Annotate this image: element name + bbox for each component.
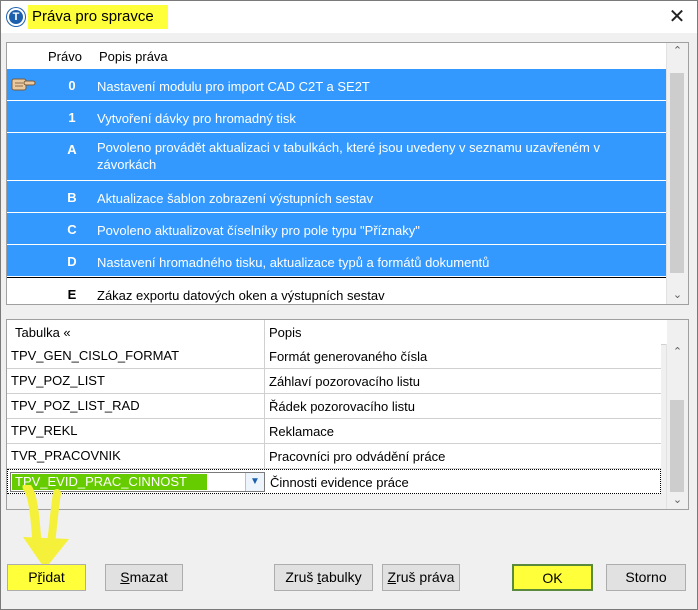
table-row[interactable]: TVR_PRACOVNIK Pracovníci pro odvádění pr… [7,444,661,469]
table-description: Pracovníci pro odvádění práce [269,449,446,464]
scroll-up-icon[interactable]: ⌃ [667,344,688,361]
table-name: TVR_PRACOVNIK [11,448,121,463]
rights-row-C[interactable]: C Povoleno aktualizovat číselníky pro po… [7,213,667,245]
rights-grid-rows: 0 Nastavení modulu pro import CAD C2T a … [7,69,667,304]
right-code: 1 [68,110,76,125]
cell-divider [264,394,265,418]
rights-row-B[interactable]: B Aktualizace šablon zobrazení výstupníc… [7,181,667,213]
rights-row-E[interactable]: E Zákaz exportu datových oken a výstupní… [7,277,667,304]
table-row[interactable]: TPV_POZ_LIST Záhlaví pozorovacího listu [7,369,661,394]
right-description: Aktualizace šablon zobrazení výstupních … [97,191,374,206]
table-row[interactable]: TPV_GEN_CISLO_FORMAT Formát generovaného… [7,344,661,369]
column-header-description[interactable]: Popis [269,325,302,340]
right-code: A [67,142,77,157]
table-name: TPV_POZ_LIST [11,373,105,388]
ok-button[interactable]: OK [512,564,593,591]
tables-grid-rows: TPV_GEN_CISLO_FORMAT Formát generovaného… [7,344,661,494]
scroll-down-icon[interactable]: ⌄ [667,287,688,304]
annotation-arrow-icon [22,485,69,569]
scroll-up-icon[interactable]: ⌃ [667,43,688,60]
column-header-description[interactable]: Popis práva [99,49,168,64]
right-description: Vytvoření dávky pro hromadný tisk [97,111,296,126]
right-description: Zákaz exportu datových oken a výstupních… [97,288,385,303]
dialog-window: T Práva pro spravce ✕ Právo Popis práva … [0,0,698,610]
storno-button[interactable]: Storno [606,564,686,591]
column-header-table[interactable]: Tabulka « [15,325,71,340]
table-name: TPV_REKL [11,423,78,438]
rights-row-A[interactable]: A Povoleno provádět aktualizaci v tabulk… [7,133,667,181]
right-code: B [67,190,77,205]
table-description: Řádek pozorovacího listu [269,399,415,414]
column-divider[interactable] [264,320,265,344]
row-pointer-hand-icon [11,78,36,91]
chevron-down-icon[interactable]: ▼ [245,473,264,491]
add-button[interactable]: Přidat [7,564,86,591]
tables-grid-header: Tabulka « Popis [7,320,667,345]
tables-grid[interactable]: Tabulka « Popis TPV_GEN_CISLO_FORMAT For… [6,319,689,510]
rights-grid-scrollbar[interactable]: ⌃ ⌄ [666,43,688,304]
rights-row-0[interactable]: 0 Nastavení modulu pro import CAD C2T a … [7,69,667,101]
delete-button[interactable]: Smazat [105,564,183,591]
window-title: Práva pro spravce [32,8,154,25]
right-description: Povoleno aktualizovat číselníky pro pole… [97,223,420,238]
app-logo-icon: T [7,8,25,26]
close-icon[interactable]: ✕ [665,5,689,29]
right-code: D [67,254,77,269]
table-description: Záhlaví pozorovacího listu [269,374,421,389]
title-bar: T Práva pro spravce ✕ [1,1,697,33]
table-row[interactable]: TPV_REKL Reklamace [7,419,661,444]
table-row[interactable]: TPV_POZ_LIST_RAD Řádek pozorovacího list… [7,394,661,419]
scroll-down-icon[interactable]: ⌄ [667,492,688,509]
cell-divider [264,369,265,393]
right-code: C [67,222,77,237]
cell-divider [264,344,265,368]
table-description: Reklamace [269,424,335,439]
table-description: Činnosti evidence práce [270,475,409,490]
right-code: 0 [68,78,76,93]
rights-grid[interactable]: Právo Popis práva 0 Nastavení modulu pro… [6,42,689,305]
right-code: E [67,287,77,302]
table-row-editing[interactable]: TPV_EVID_PRAC_CINNOST ▼ Činnosti evidenc… [7,469,661,494]
scroll-thumb[interactable] [670,400,684,492]
scroll-thumb[interactable] [670,73,684,273]
right-description: Nastavení hromadného tisku, aktualizace … [97,255,490,270]
rights-row-1[interactable]: 1 Vytvoření dávky pro hromadný tisk [7,101,667,133]
table-description: Formát generovaného čísla [269,349,428,364]
table-name: TPV_POZ_LIST_RAD [11,398,140,413]
column-header-right[interactable]: Právo [48,49,82,64]
cell-divider [264,444,265,468]
right-description: Nastavení modulu pro import CAD C2T a SE… [97,79,370,94]
cell-divider [264,419,265,443]
right-description: Povoleno provádět aktualizaci v tabulkác… [97,140,600,172]
rights-row-D[interactable]: D Nastavení hromadného tisku, aktualizac… [7,245,667,277]
rights-grid-header: Právo Popis práva [7,43,667,69]
cancel-tables-button[interactable]: Zruš tabulky [274,564,373,591]
table-name: TPV_GEN_CISLO_FORMAT [11,348,180,363]
cancel-rights-button[interactable]: Zruš práva [382,564,460,591]
tables-grid-scrollbar[interactable]: ⌃ ⌄ [666,344,688,509]
